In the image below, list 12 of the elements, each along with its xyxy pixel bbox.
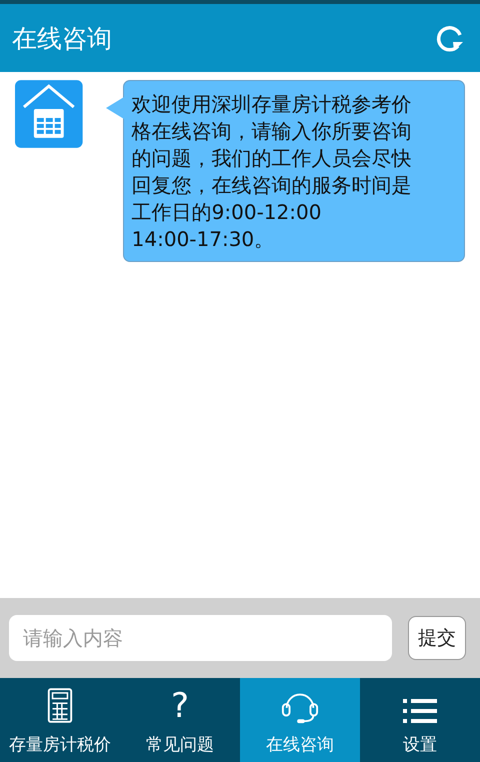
message-input[interactable]: 请输入内容 <box>9 615 392 661</box>
nav-tab[interactable]: ? 常见问题 <box>120 678 240 762</box>
nav-tab[interactable]: 设置 <box>360 678 480 762</box>
calculator-icon <box>46 687 74 725</box>
nav-tab[interactable]: 在线咨询 <box>240 678 360 762</box>
bubble-tail <box>106 97 124 119</box>
nav-tab[interactable]: 存量房计税价 <box>0 678 120 762</box>
page-title: 在线咨询 <box>12 22 112 54</box>
question-mark-icon: ? <box>170 687 190 725</box>
house-calculator-icon <box>15 80 83 148</box>
submit-button[interactable]: 提交 <box>408 616 466 660</box>
menu-icon <box>403 697 437 725</box>
